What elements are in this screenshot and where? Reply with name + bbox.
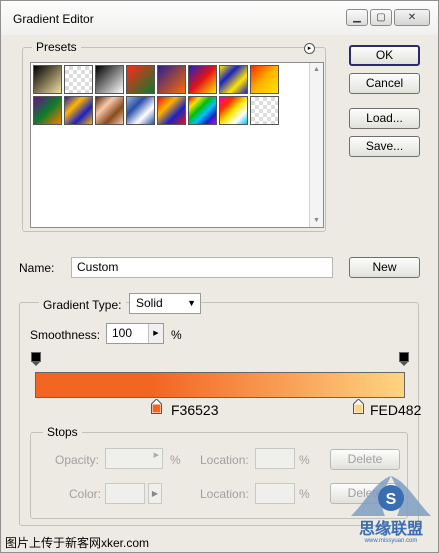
preset-swatch[interactable] [33, 96, 62, 125]
chevron-down-icon: ▼ [187, 298, 196, 308]
location-percent-bottom: % [299, 487, 310, 501]
opacity-percent: % [170, 453, 181, 467]
presets-label: Presets [32, 40, 81, 54]
color-stop-right-label: FED482 [370, 402, 422, 418]
preset-swatch[interactable] [188, 96, 217, 125]
gradient-bar[interactable] [35, 372, 405, 398]
color-field[interactable] [105, 483, 145, 504]
preset-swatch[interactable] [95, 65, 124, 94]
smoothness-arrow-icon[interactable]: ▶ [148, 324, 163, 343]
opacity-arrow-icon[interactable]: ▶ [154, 451, 159, 459]
preset-swatch[interactable] [250, 96, 279, 125]
watermark-logo: S 思缘联盟 www.missyuan.com [341, 446, 439, 544]
color-label: Color: [69, 487, 102, 501]
location-field-top[interactable] [255, 448, 295, 469]
location-field-bottom[interactable] [255, 483, 295, 504]
preset-swatch[interactable] [157, 96, 186, 125]
gradient-editor-window: Gradient Editor ▁ ▢ ✕ Presets ▸ ▲ ▼ OK C… [0, 0, 439, 553]
logo-text: 思缘联盟 [359, 519, 423, 538]
opacity-field[interactable]: ▶ [105, 448, 163, 469]
opacity-stop-right[interactable] [399, 352, 409, 367]
gradient-type-value: Solid [136, 296, 163, 310]
preset-swatch[interactable] [64, 96, 93, 125]
opacity-stop-left[interactable] [31, 352, 41, 367]
gradient-type-label: Gradient Type: [39, 298, 126, 312]
window-title: Gradient Editor [13, 12, 94, 26]
gradient-type-select[interactable]: Solid ▼ [129, 293, 201, 314]
scroll-down-icon[interactable]: ▼ [313, 217, 320, 224]
location-label-bottom: Location: [200, 487, 249, 501]
svg-text:S: S [386, 491, 397, 508]
presets-menu-icon[interactable]: ▸ [304, 43, 315, 54]
preset-swatch[interactable] [33, 65, 62, 94]
smoothness-value: 100 [112, 326, 133, 340]
preset-swatch[interactable] [95, 96, 124, 125]
preset-swatch[interactable] [250, 65, 279, 94]
opacity-label: Opacity: [55, 453, 100, 467]
minimize-icon[interactable]: ▁ [346, 9, 368, 26]
window-controls: ▁ ▢ ✕ [346, 9, 430, 26]
title-bar: Gradient Editor ▁ ▢ ✕ [1, 1, 438, 35]
maximize-icon[interactable]: ▢ [370, 9, 392, 26]
preset-swatch[interactable] [157, 65, 186, 94]
color-stop-left-label: F36523 [171, 402, 219, 418]
logo-url: www.missyuan.com [364, 538, 418, 544]
close-icon[interactable]: ✕ [394, 9, 430, 26]
watermark-text: 图片上传于新客网xker.com [5, 536, 150, 550]
smoothness-label: Smoothness: [30, 328, 101, 342]
preset-grid[interactable]: ▲ ▼ [30, 62, 324, 228]
preset-swatch[interactable] [188, 65, 217, 94]
color-stop-right[interactable] [353, 399, 364, 414]
preset-scrollbar[interactable]: ▲ ▼ [309, 63, 323, 227]
smoothness-unit: % [171, 328, 182, 342]
preset-swatch[interactable] [219, 96, 248, 125]
wing-logo-icon: S 思缘联盟 www.missyuan.com [351, 476, 431, 544]
preset-swatch[interactable] [126, 96, 155, 125]
preset-swatch[interactable] [64, 65, 93, 94]
preset-swatch[interactable] [126, 65, 155, 94]
location-label-top: Location: [200, 453, 249, 467]
new-button[interactable]: New [349, 257, 420, 278]
stops-label: Stops [43, 425, 82, 439]
name-input[interactable]: Custom [71, 257, 333, 278]
preset-swatch[interactable] [219, 65, 248, 94]
smoothness-field[interactable]: 100 ▶ [106, 323, 164, 344]
cancel-button[interactable]: Cancel [349, 73, 420, 94]
scroll-up-icon[interactable]: ▲ [313, 66, 320, 73]
location-percent-top: % [299, 453, 310, 467]
color-stop-left[interactable] [151, 399, 162, 414]
save-button[interactable]: Save... [349, 136, 420, 157]
ok-button[interactable]: OK [349, 45, 420, 66]
load-button[interactable]: Load... [349, 108, 420, 129]
name-label: Name: [19, 261, 55, 275]
color-arrow-icon[interactable]: ▶ [148, 483, 162, 504]
